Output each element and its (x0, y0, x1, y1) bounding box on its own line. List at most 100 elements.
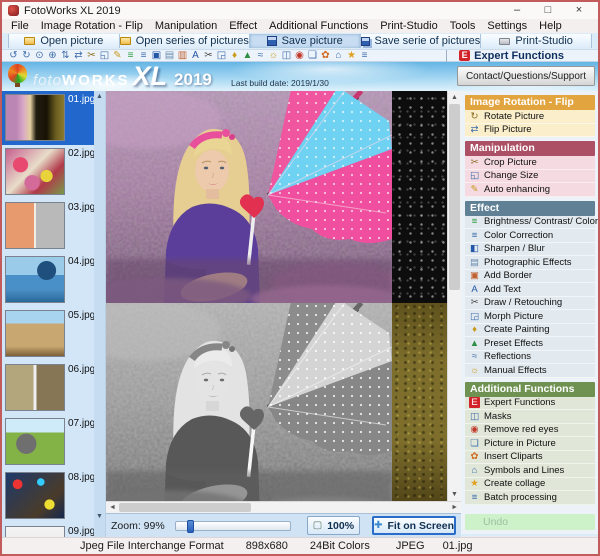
panel-function-item[interactable]: ⌂ Symbols and Lines (465, 464, 595, 478)
panel-function-item[interactable]: ▤ Photographic Effects (465, 256, 595, 270)
thumbnail-list-item[interactable]: 09.jpg (2, 523, 105, 537)
thumbnail-scroll-down-icon[interactable]: ▼ (94, 511, 105, 523)
menu-item[interactable]: File (5, 19, 35, 33)
image-canvas[interactable]: ▲ ▼ (106, 91, 461, 501)
file-toolbar-button[interactable]: Print-Studio (481, 34, 592, 48)
panel-function-item[interactable]: ◉ Remove red eyes (465, 424, 595, 438)
scroll-left-icon[interactable]: ◄ (109, 502, 116, 513)
change-size-icon[interactable]: ◱ (98, 50, 111, 62)
preset-effects-icon[interactable]: ▲ (241, 50, 254, 62)
panel-function-item[interactable]: A Add Text (465, 283, 595, 297)
scroll-down-icon[interactable]: ▼ (448, 488, 461, 501)
panel-function-item[interactable]: ≡ Batch processing (465, 491, 595, 505)
thumbnail-list-item[interactable]: 04.jpg (2, 253, 105, 307)
masks-icon[interactable]: ◫ (280, 50, 293, 62)
create-painting-icon[interactable]: ♦ (228, 50, 241, 62)
panel-function-item[interactable]: ≈ Reflections (465, 351, 595, 365)
panel-function-label: Brightness/ Contrast/ Color (484, 216, 598, 227)
panel-function-item[interactable]: ◧ Sharpen / Blur (465, 243, 595, 257)
file-toolbar-button[interactable]: Save picture (250, 34, 361, 48)
canvas-vertical-scrollbar[interactable]: ▲ ▼ (447, 91, 461, 501)
menu-item[interactable]: Help (533, 19, 568, 33)
panel-function-item[interactable]: E Expert Functions (465, 397, 595, 411)
panel-function-item[interactable]: ✂ Draw / Retouching (465, 297, 595, 311)
crop-icon[interactable]: ✂ (85, 50, 98, 62)
zoom-slider-thumb[interactable] (187, 520, 194, 533)
scroll-up-icon[interactable]: ▲ (448, 91, 461, 104)
photographic-effects-icon[interactable]: ▤ (163, 50, 176, 62)
reflections-icon[interactable]: ≈ (254, 50, 267, 62)
flip-icon[interactable]: ⇄ (72, 50, 85, 62)
panel-function-item[interactable]: ✿ Insert Cliparts (465, 451, 595, 465)
thumbnail-list-item[interactable]: 07.jpg (2, 415, 105, 469)
thumbnail-list-item[interactable]: 06.jpg (2, 361, 105, 415)
menu-item[interactable]: Additional Functions (263, 19, 374, 33)
panel-function-item[interactable]: ▲ Preset Effects (465, 337, 595, 351)
menu-item[interactable]: Effect (223, 19, 263, 33)
zoom-100-button[interactable]: ▢ 100% (307, 516, 360, 535)
thumbnail-list-item[interactable]: 01.jpg (2, 91, 105, 145)
panel-function-item[interactable]: ★ Create collage (465, 478, 595, 492)
add-text-icon[interactable]: A (189, 50, 202, 62)
rotate-ccw-icon[interactable]: ⊙ (33, 50, 46, 62)
panel-function-item[interactable]: ✎ Auto enhancing (465, 183, 595, 197)
canvas-horizontal-scrollbar[interactable]: ◄ ► (106, 501, 461, 513)
contact-support-button[interactable]: Contact/Questions/Support (457, 66, 595, 86)
scroll-right-icon[interactable]: ► (451, 502, 458, 513)
panel-function-item[interactable]: ▣ Add Border (465, 270, 595, 284)
panel-function-item[interactable]: ✂ Crop Picture (465, 156, 595, 170)
panel-function-item[interactable]: ☼ Manual Effects (465, 364, 595, 378)
fit-on-screen-button[interactable]: ✚ Fit on Screen (372, 516, 456, 535)
sharpen-blur-icon[interactable]: ▣ (150, 50, 163, 62)
auto-enhance-icon[interactable]: ✎ (111, 50, 124, 62)
zoom-slider[interactable] (175, 521, 291, 531)
remove-red-eyes-icon[interactable]: ◉ (293, 50, 306, 62)
thumbnail-list-item[interactable]: 02.jpg (2, 145, 105, 199)
file-toolbar-button[interactable]: Open picture (8, 34, 120, 48)
panel-function-item[interactable]: ≡ Color Correction (465, 229, 595, 243)
expert-functions-toolbar-button[interactable]: E Expert Functions (446, 50, 564, 62)
maximize-button[interactable]: □ (535, 2, 561, 19)
menu-item[interactable]: Tools (444, 19, 482, 33)
panel-function-item[interactable]: ↻ Rotate Picture (465, 110, 595, 124)
rotate-left-icon[interactable]: ↺ (7, 50, 20, 62)
panel-function-item[interactable]: ◱ Change Size (465, 170, 595, 184)
menu-item[interactable]: Print-Studio (374, 19, 443, 33)
draw-retouching-icon[interactable]: ✂ (202, 50, 215, 62)
manual-effects-icon[interactable]: ☼ (267, 50, 280, 62)
morph-picture-icon[interactable]: ◲ (215, 50, 228, 62)
panel-function-item[interactable]: ◲ Morph Picture (465, 310, 595, 324)
batch-processing-icon[interactable]: ≡ (358, 50, 371, 62)
thumbnail-scrollbar[interactable]: ▲ ▼ (94, 91, 105, 537)
horizontal-scroll-thumb[interactable] (119, 503, 251, 512)
vertical-scroll-thumb[interactable] (449, 104, 460, 290)
menu-item[interactable]: Settings (481, 19, 533, 33)
rotate-right-icon[interactable]: ↻ (20, 50, 33, 62)
thumbnail-list-item[interactable]: 05.jpg (2, 307, 105, 361)
create-collage-icon[interactable]: ★ (345, 50, 358, 62)
undo-button[interactable]: Undo (465, 514, 595, 530)
file-toolbar-button[interactable]: Open series of pictures (120, 34, 250, 48)
thumbnail-list-item[interactable]: 08.jpg (2, 469, 105, 523)
menu-item[interactable]: Image Rotation - Flip (35, 19, 149, 33)
add-border-icon[interactable]: ▥ (176, 50, 189, 62)
menu-item[interactable]: Manipulation (149, 19, 223, 33)
close-button[interactable]: × (566, 2, 592, 19)
rotate-180-icon[interactable]: ⇅ (59, 50, 72, 62)
brightness-contrast-icon[interactable]: ≡ (124, 50, 137, 62)
thumbnail-scroll-up-icon[interactable]: ▲ (94, 91, 105, 103)
insert-cliparts-icon[interactable]: ✿ (319, 50, 332, 62)
file-toolbar-button[interactable]: Save serie of pictures (361, 34, 482, 48)
symbols-lines-icon[interactable]: ⌂ (332, 50, 345, 62)
color-correction-icon[interactable]: ≡ (137, 50, 150, 62)
thumbnail-list-item[interactable]: 03.jpg (2, 199, 105, 253)
panel-function-item[interactable]: ≡ Brightness/ Contrast/ Color (465, 216, 595, 230)
panel-function-item[interactable]: ◫ Masks (465, 410, 595, 424)
icon-toolbar: ↺↻⊙⊕⇅⇄✂◱✎≡≡▣▤▥A✂◲♦▲≈☼◫◉❏✿⌂★≡ E Expert Fu… (2, 49, 598, 62)
picture-in-picture-icon[interactable]: ❏ (306, 50, 319, 62)
panel-function-item[interactable]: ⇄ Flip Picture (465, 124, 595, 138)
panel-function-item[interactable]: ❏ Picture in Picture (465, 437, 595, 451)
rotate-cw-icon[interactable]: ⊕ (46, 50, 59, 62)
minimize-button[interactable]: – (504, 2, 530, 19)
panel-function-item[interactable]: ♦ Create Painting (465, 324, 595, 338)
